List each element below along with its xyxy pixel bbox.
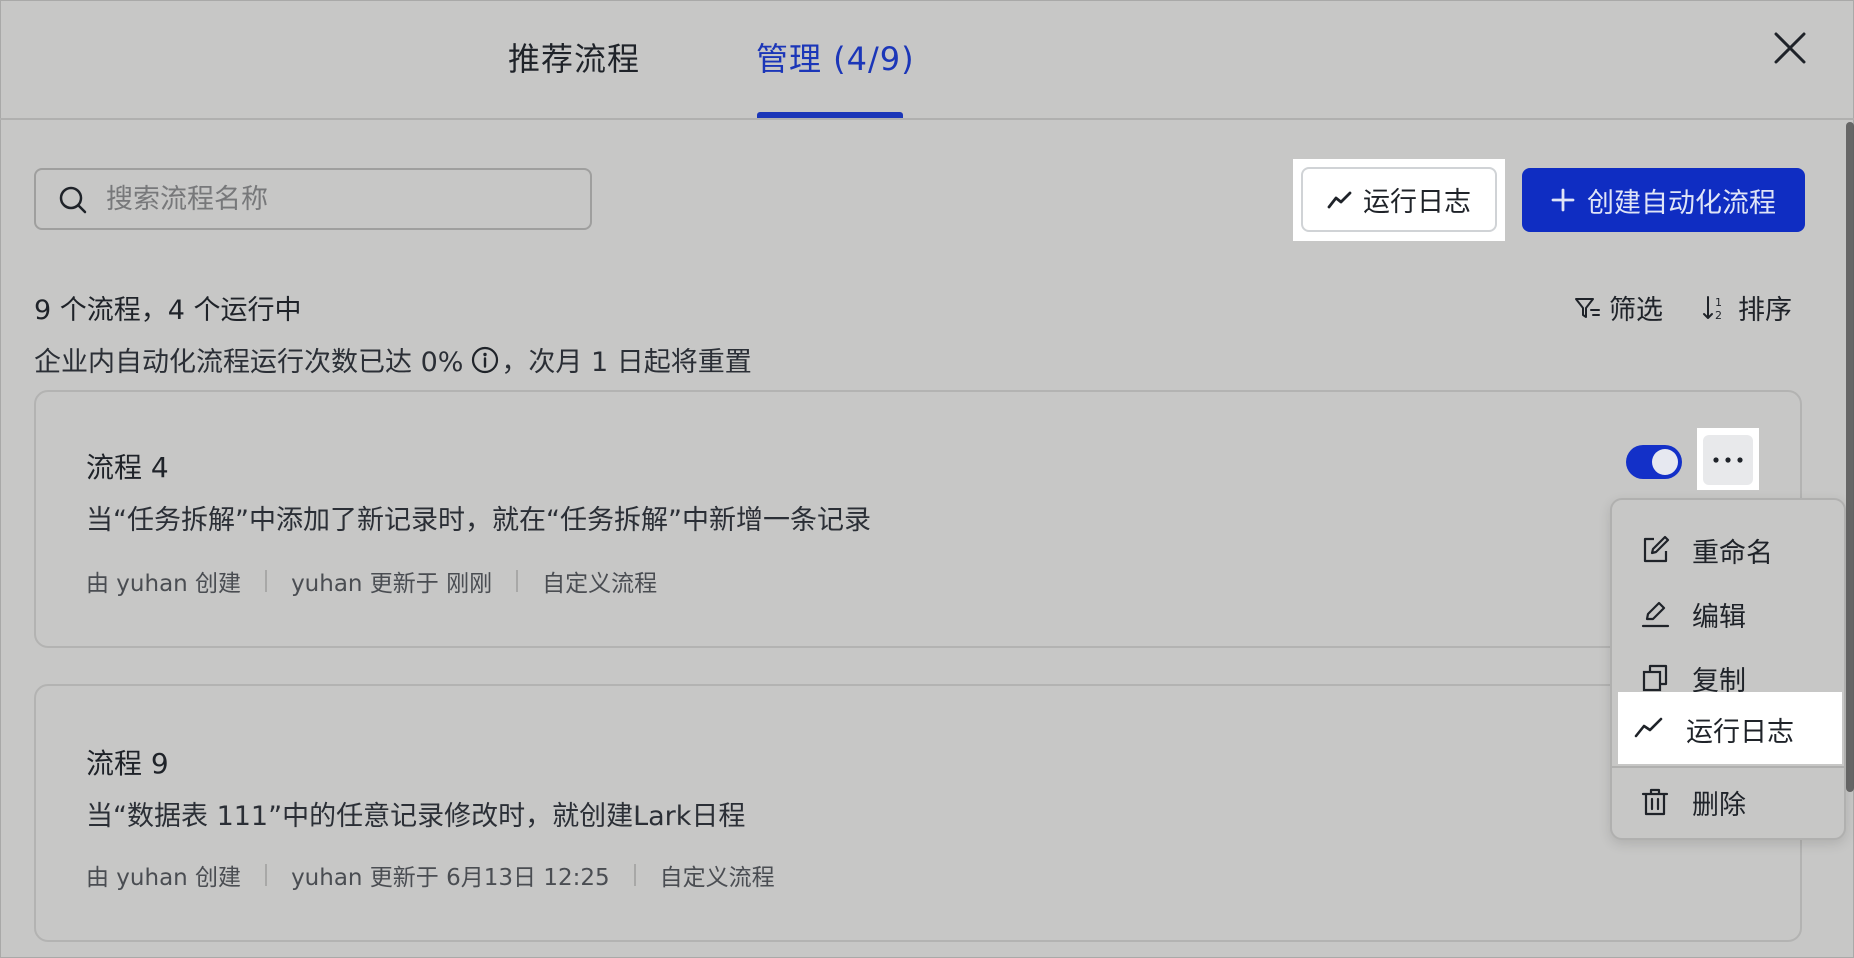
menu-item-label: 重命名 xyxy=(1692,537,1773,569)
more-options-menu: 重命名 编辑 复制 运行日志 删除 xyxy=(1610,498,1846,840)
flow-count-summary: 9 个流程，4 个运行中 xyxy=(34,295,302,326)
flow-creator: 由 yuhan 创建 xyxy=(86,571,242,597)
tab-recommended-flows[interactable]: 推荐流程 xyxy=(508,34,640,80)
menu-item-edit[interactable]: 编辑 xyxy=(1618,582,1840,646)
menu-item-label: 删除 xyxy=(1692,789,1746,821)
close-icon xyxy=(1774,32,1806,64)
more-icon xyxy=(1713,457,1743,463)
menu-item-delete[interactable]: 删除 xyxy=(1618,770,1840,834)
search-input[interactable] xyxy=(106,178,576,220)
edit-icon xyxy=(1641,601,1670,628)
meta-divider xyxy=(516,570,519,592)
flow-updated: yuhan 更新于 6月13日 12:25 xyxy=(291,865,610,891)
menu-item-run-log[interactable]: 运行日志 xyxy=(1618,692,1842,764)
svg-text:1: 1 xyxy=(1715,296,1722,309)
flow-creator: 由 yuhan 创建 xyxy=(86,865,242,891)
flow-type: 自定义流程 xyxy=(542,571,658,597)
sort-button[interactable]: 1 2 排序 xyxy=(1702,288,1792,327)
flow-updated: yuhan 更新于 刚刚 xyxy=(291,571,493,597)
active-tab-indicator xyxy=(757,112,903,118)
search-icon xyxy=(59,186,87,214)
flow-meta: 由 yuhan 创建 yuhan 更新于 6月13日 12:25 自定义流程 xyxy=(86,858,775,892)
filter-icon xyxy=(1575,297,1600,318)
more-options-button[interactable] xyxy=(1703,435,1753,485)
scrollbar[interactable] xyxy=(1846,122,1854,792)
sort-icon: 1 2 xyxy=(1703,295,1722,322)
run-log-button[interactable]: 运行日志 xyxy=(1301,167,1497,232)
flow-card[interactable]: 流程 4 当“任务拆解”中添加了新记录时，就在“任务拆解”中新增一条记录 由 y… xyxy=(34,390,1802,648)
flow-description: 当“数据表 111”中的任意记录修改时，就创建Lark日程 xyxy=(86,801,746,832)
meta-divider xyxy=(265,570,268,592)
rename-icon xyxy=(1643,535,1670,563)
menu-divider xyxy=(1612,766,1844,768)
quota-text: 企业内自动化流程运行次数已达 0% xyxy=(34,347,464,378)
menu-item-rename[interactable]: 重命名 xyxy=(1618,518,1840,582)
svg-text:2: 2 xyxy=(1715,309,1722,322)
flow-description: 当“任务拆解”中添加了新记录时，就在“任务拆解”中新增一条记录 xyxy=(86,505,871,536)
line-chart-icon xyxy=(1327,191,1352,208)
quota-reset-text: ，次月 1 日起将重置 xyxy=(501,347,752,378)
filter-button[interactable]: 筛选 xyxy=(1573,288,1663,327)
info-icon[interactable] xyxy=(471,346,499,374)
create-automation-button[interactable]: 创建自动化流程 xyxy=(1522,168,1805,232)
menu-item-label: 编辑 xyxy=(1692,601,1746,633)
run-log-label: 运行日志 xyxy=(1363,187,1471,218)
meta-divider xyxy=(265,864,268,886)
flow-card[interactable]: 流程 9 当“数据表 111”中的任意记录修改时，就创建Lark日程 由 yuh… xyxy=(34,684,1802,942)
flow-type: 自定义流程 xyxy=(659,865,775,891)
meta-divider xyxy=(633,864,636,886)
tab-manage[interactable]: 管理 (4/9) xyxy=(756,34,915,80)
flow-meta: 由 yuhan 创建 yuhan 更新于 刚刚 自定义流程 xyxy=(86,564,657,598)
create-automation-label: 创建自动化流程 xyxy=(1587,187,1776,219)
menu-item-label: 运行日志 xyxy=(1686,717,1794,748)
search-box[interactable] xyxy=(34,168,592,230)
sort-label: 排序 xyxy=(1738,295,1792,326)
close-button[interactable] xyxy=(1770,28,1810,68)
flow-title: 流程 9 xyxy=(86,747,169,780)
log-icon xyxy=(1634,717,1663,738)
trash-icon xyxy=(1641,788,1669,816)
flow-title: 流程 4 xyxy=(86,451,169,484)
flow-enable-toggle[interactable] xyxy=(1626,445,1682,479)
filter-label: 筛选 xyxy=(1609,295,1663,326)
quota-notice: 企业内自动化流程运行次数已达 0% ，次月 1 日起将重置 xyxy=(34,340,752,379)
plus-icon xyxy=(1551,188,1575,212)
header-bar: 推荐流程 管理 (4/9) xyxy=(0,0,1854,120)
copy-icon xyxy=(1642,664,1668,692)
